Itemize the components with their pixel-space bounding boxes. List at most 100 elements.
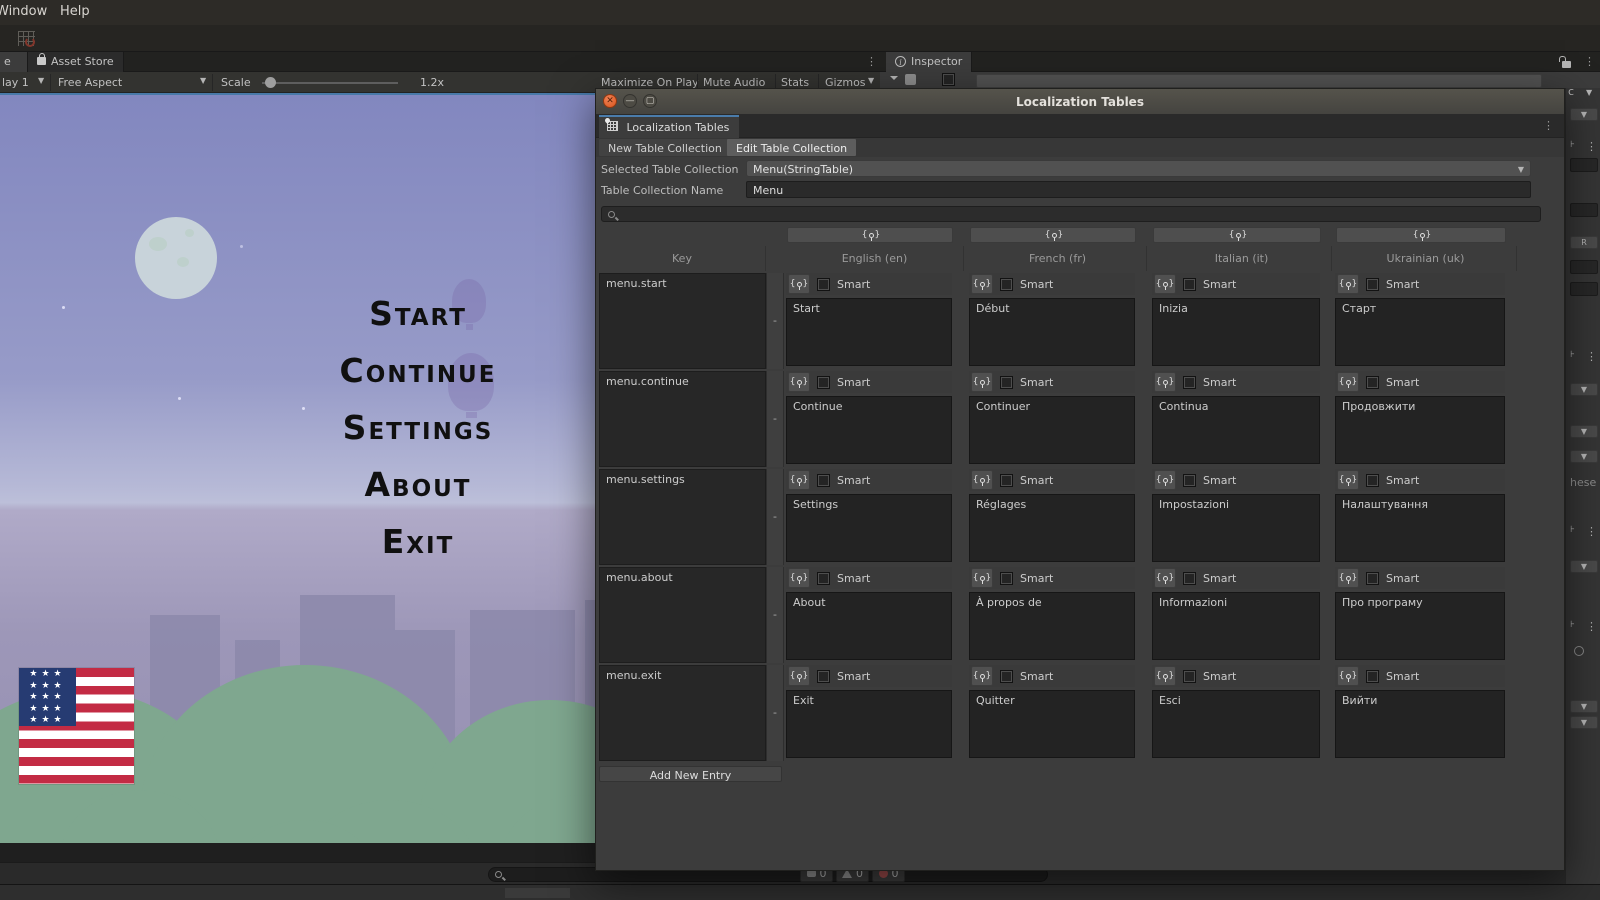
locale-settings-button[interactable]: {} bbox=[1153, 227, 1321, 243]
translation-cell[interactable]: Continue bbox=[786, 396, 952, 464]
translation-cell[interactable]: Quitter bbox=[969, 690, 1135, 758]
game-panel-menu-icon[interactable]: ⋮ bbox=[866, 55, 877, 68]
smart-checkbox[interactable] bbox=[1366, 376, 1379, 389]
dropdown-fragment[interactable]: ▼ bbox=[1570, 383, 1598, 396]
foldout-arrow-icon[interactable] bbox=[890, 76, 898, 80]
translation-cell[interactable]: About bbox=[786, 592, 952, 660]
translation-cell[interactable]: Informazioni bbox=[1152, 592, 1320, 660]
window-menu-icon[interactable]: ⋮ bbox=[1543, 119, 1554, 132]
translation-cell[interactable]: Impostazioni bbox=[1152, 494, 1320, 562]
key-cell[interactable]: menu.about bbox=[599, 567, 766, 663]
gizmos-dropdown-arrow[interactable]: ▼ bbox=[868, 76, 874, 85]
translation-cell[interactable]: Settings bbox=[786, 494, 952, 562]
row-resize-handle[interactable]: - bbox=[766, 567, 784, 663]
key-cell[interactable]: menu.exit bbox=[599, 665, 766, 761]
window-minimize-button[interactable]: — bbox=[623, 94, 637, 108]
menu-window[interactable]: Window bbox=[0, 4, 47, 19]
metadata-pin-button[interactable]: {} bbox=[1337, 666, 1359, 686]
target-picker-icon[interactable] bbox=[1574, 646, 1584, 656]
tab-game-partial[interactable]: e bbox=[0, 52, 28, 72]
column-header-locale[interactable]: French (fr) bbox=[969, 246, 1147, 271]
dropdown-fragment[interactable]: ▼ bbox=[1570, 560, 1598, 573]
menu-help[interactable]: Help bbox=[60, 4, 90, 19]
locale-settings-button[interactable]: {} bbox=[1336, 227, 1506, 243]
window-close-button[interactable]: ✕ bbox=[603, 94, 617, 108]
component-menu-icon[interactable]: ⋮ bbox=[1586, 140, 1597, 153]
smart-checkbox[interactable] bbox=[1183, 670, 1196, 683]
layer-dropdown-fragment[interactable]: ▼ bbox=[1570, 108, 1598, 121]
locale-settings-button[interactable]: {} bbox=[787, 227, 953, 243]
dropdown-fragment[interactable]: ▼ bbox=[1570, 716, 1598, 729]
column-header-locale[interactable]: Ukrainian (uk) bbox=[1335, 246, 1517, 271]
smart-checkbox[interactable] bbox=[817, 278, 830, 291]
key-cell[interactable]: menu.settings bbox=[599, 469, 766, 565]
metadata-pin-button[interactable]: {} bbox=[971, 470, 993, 490]
dropdown-fragment[interactable]: ▼ bbox=[1570, 450, 1598, 463]
tab-localization-tables[interactable]: Localization Tables bbox=[599, 115, 739, 138]
active-checkbox[interactable] bbox=[942, 73, 955, 86]
smart-checkbox[interactable] bbox=[1183, 572, 1196, 585]
row-resize-handle[interactable]: - bbox=[766, 371, 784, 467]
edit-table-collection-button[interactable]: Edit Table Collection bbox=[727, 139, 856, 156]
metadata-pin-button[interactable]: {} bbox=[1154, 568, 1176, 588]
translation-cell[interactable]: Старт bbox=[1335, 298, 1505, 366]
display-dropdown-arrow[interactable]: ▼ bbox=[38, 76, 44, 85]
metadata-pin-button[interactable]: {} bbox=[971, 666, 993, 686]
column-header-locale[interactable]: Italian (it) bbox=[1152, 246, 1332, 271]
metadata-pin-button[interactable]: {} bbox=[1337, 568, 1359, 588]
smart-checkbox[interactable] bbox=[1366, 670, 1379, 683]
display-dropdown[interactable]: lay 1 bbox=[2, 76, 29, 89]
metadata-pin-button[interactable]: {} bbox=[788, 470, 810, 490]
translation-cell[interactable]: Про програму bbox=[1335, 592, 1505, 660]
aspect-dropdown[interactable]: Free Aspect bbox=[58, 76, 122, 89]
selected-table-collection-dropdown[interactable]: Menu(StringTable) ▼ bbox=[746, 160, 1531, 177]
row-resize-handle[interactable]: - bbox=[766, 665, 784, 761]
metadata-pin-button[interactable]: {} bbox=[971, 274, 993, 294]
smart-checkbox[interactable] bbox=[1366, 474, 1379, 487]
preset-icon[interactable]: ⊦ bbox=[1570, 350, 1575, 360]
smart-checkbox[interactable] bbox=[1366, 278, 1379, 291]
table-collection-name-input[interactable]: Menu bbox=[746, 181, 1531, 198]
metadata-pin-button[interactable]: {} bbox=[1154, 666, 1176, 686]
metadata-pin-button[interactable]: {} bbox=[788, 666, 810, 686]
smart-checkbox[interactable] bbox=[1183, 474, 1196, 487]
key-cell[interactable]: menu.continue bbox=[599, 371, 766, 467]
new-table-collection-button[interactable]: New Table Collection bbox=[599, 139, 731, 156]
metadata-pin-button[interactable]: {} bbox=[1154, 470, 1176, 490]
translation-cell[interactable]: À propos de bbox=[969, 592, 1135, 660]
table-search-input[interactable] bbox=[601, 206, 1541, 222]
dropdown-fragment[interactable]: ▼ bbox=[1570, 700, 1598, 713]
scale-slider-track[interactable] bbox=[262, 82, 398, 84]
component-menu-icon[interactable]: ⋮ bbox=[1586, 620, 1597, 633]
smart-checkbox[interactable] bbox=[817, 376, 830, 389]
tab-asset-store[interactable]: Asset Store bbox=[28, 52, 124, 72]
translation-cell[interactable]: Продовжити bbox=[1335, 396, 1505, 464]
smart-checkbox[interactable] bbox=[1000, 278, 1013, 291]
metadata-pin-button[interactable]: {} bbox=[788, 372, 810, 392]
translation-cell[interactable]: Вийти bbox=[1335, 690, 1505, 758]
dropdown-fragment[interactable]: ▼ bbox=[1570, 425, 1598, 438]
metadata-pin-button[interactable]: {} bbox=[788, 274, 810, 294]
smart-checkbox[interactable] bbox=[1000, 670, 1013, 683]
snap-grid-icon[interactable] bbox=[18, 31, 35, 46]
key-cell[interactable]: menu.start bbox=[599, 273, 766, 369]
smart-checkbox[interactable] bbox=[1183, 376, 1196, 389]
inspector-menu-icon[interactable]: ⋮ bbox=[1584, 55, 1595, 68]
aspect-dropdown-arrow[interactable]: ▼ bbox=[200, 76, 206, 85]
smart-checkbox[interactable] bbox=[1000, 572, 1013, 585]
metadata-pin-button[interactable]: {} bbox=[1154, 372, 1176, 392]
metadata-pin-button[interactable]: {} bbox=[1337, 274, 1359, 294]
translation-cell[interactable]: Réglages bbox=[969, 494, 1135, 562]
translation-cell[interactable]: Continua bbox=[1152, 396, 1320, 464]
smart-checkbox[interactable] bbox=[817, 572, 830, 585]
metadata-pin-button[interactable]: {} bbox=[1337, 372, 1359, 392]
metadata-pin-button[interactable]: {} bbox=[1337, 470, 1359, 490]
metadata-pin-button[interactable]: {} bbox=[1154, 274, 1176, 294]
metadata-pin-button[interactable]: {} bbox=[971, 568, 993, 588]
add-new-entry-button[interactable]: Add New Entry bbox=[599, 766, 782, 782]
r-button[interactable]: R bbox=[1570, 236, 1598, 249]
smart-checkbox[interactable] bbox=[817, 474, 830, 487]
smart-checkbox[interactable] bbox=[1000, 376, 1013, 389]
metadata-pin-button[interactable]: {} bbox=[788, 568, 810, 588]
column-header-locale[interactable]: English (en) bbox=[786, 246, 964, 271]
